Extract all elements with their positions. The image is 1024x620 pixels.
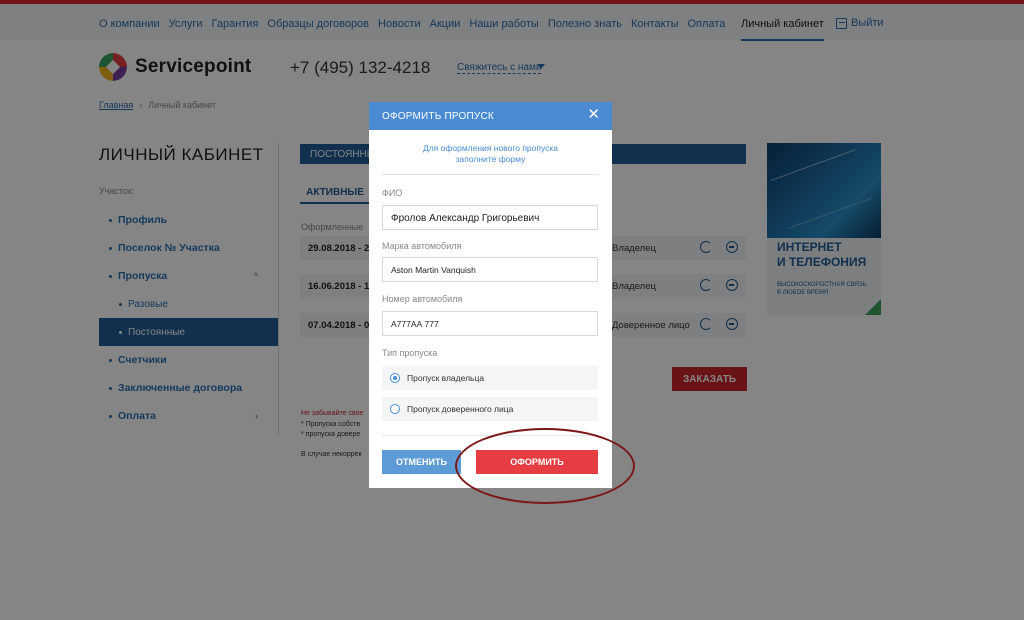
dialog-divider [382, 174, 599, 175]
radio-unselected-icon[interactable] [390, 404, 400, 414]
dialog-header: ОФОРМИТЬ ПРОПУСК ✕ [369, 102, 612, 130]
dialog-intro: Для оформления нового пропуска заполните… [369, 143, 612, 165]
car-brand-field[interactable]: Aston Martin Vanquish [382, 257, 598, 282]
cancel-button[interactable]: ОТМЕНИТЬ [382, 450, 461, 474]
highlight-annotation [455, 428, 635, 504]
car-number-field[interactable]: А777АА 777 [382, 311, 598, 336]
fio-label: ФИО [382, 188, 403, 198]
dialog-intro-line1: Для оформления нового пропуска [422, 143, 559, 153]
fio-field[interactable]: Фролов Александр Григорьевич [382, 205, 598, 230]
car-brand-label: Марка автомобиля [382, 241, 462, 251]
radio-owner-label: Пропуск владельца [407, 373, 485, 383]
car-number-label: Номер автомобиля [382, 294, 463, 304]
radio-trusted-label: Пропуск доверенного лица [407, 404, 514, 414]
radio-trusted-pass[interactable]: Пропуск доверенного лица [382, 397, 598, 421]
radio-selected-icon[interactable] [390, 373, 400, 383]
radio-owner-pass[interactable]: Пропуск владельца [382, 366, 598, 390]
dialog-intro-line2: заполните форму [455, 154, 526, 164]
close-icon[interactable]: ✕ [587, 107, 600, 122]
pass-type-label: Тип пропуска [382, 348, 438, 358]
dialog-title: ОФОРМИТЬ ПРОПУСК [382, 111, 494, 122]
